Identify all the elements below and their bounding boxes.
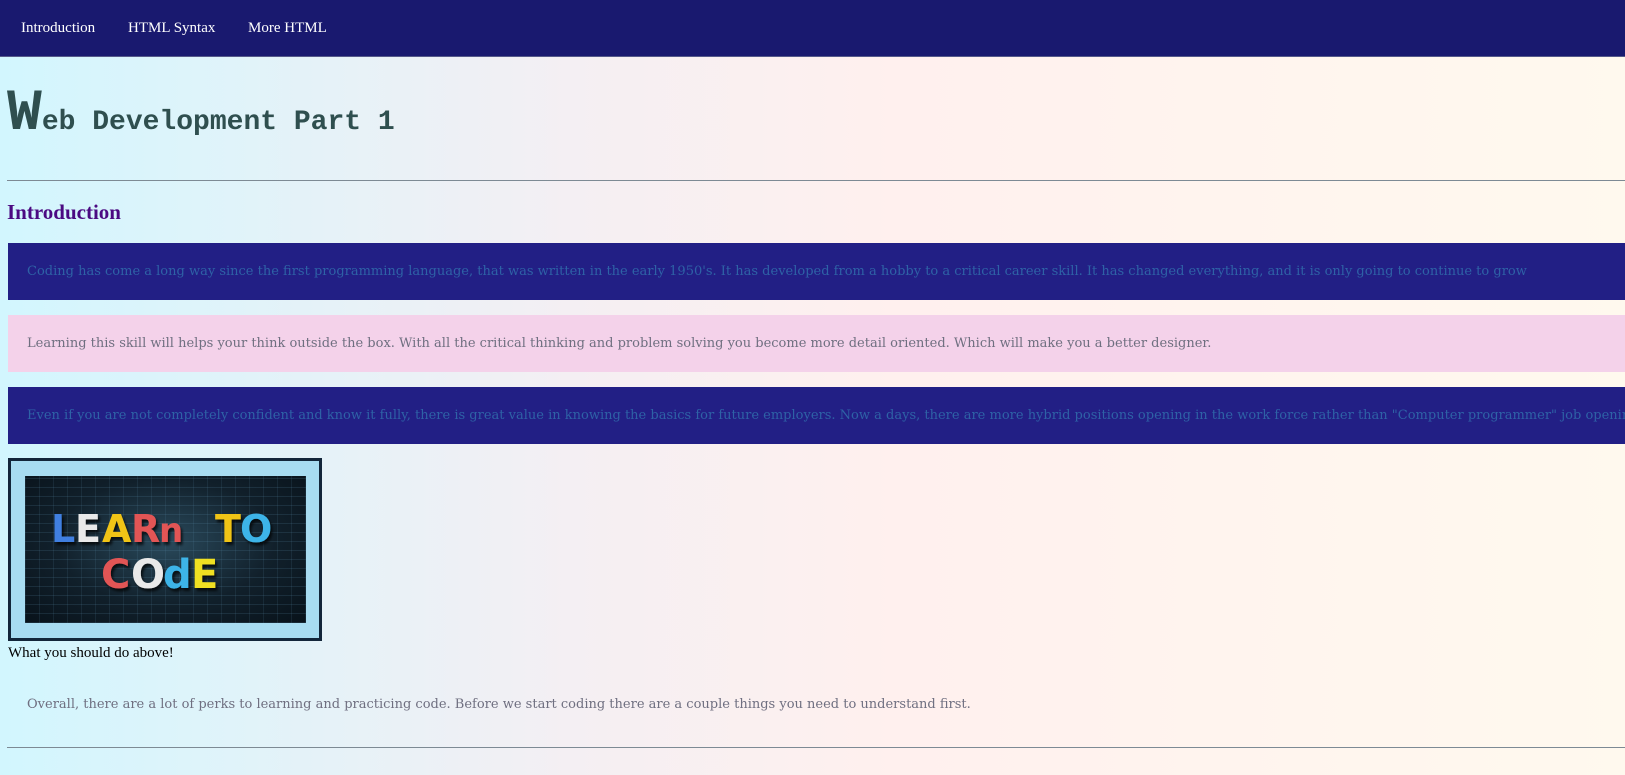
letter-o2: O xyxy=(131,552,165,598)
page-title-initial: W xyxy=(7,82,42,147)
intro-paragraph-3: Even if you are not completely confident… xyxy=(8,387,1625,444)
closing-paragraph: Overall, there are a lot of perks to lea… xyxy=(27,697,971,712)
title-divider xyxy=(7,180,1625,181)
nav-link-introduction[interactable]: Introduction xyxy=(21,19,95,37)
letter-l: L xyxy=(51,507,75,551)
letter-n: n xyxy=(159,511,183,551)
letter-d: d xyxy=(163,552,192,598)
letter-o: O xyxy=(240,507,272,551)
letter-a: A xyxy=(102,507,132,551)
intro-paragraph-2: Learning this skill will helps your thin… xyxy=(8,315,1625,372)
learn-to-code-image: L E A R n T O C O d E xyxy=(25,476,306,623)
nav-link-html-syntax[interactable]: HTML Syntax xyxy=(128,19,215,37)
top-navbar: Introduction HTML Syntax More HTML xyxy=(0,0,1625,57)
learn-to-code-lettering: L E A R n T O C O d E xyxy=(51,507,272,598)
letter-e2: E xyxy=(191,552,218,598)
page-title: Web Development Part 1 xyxy=(7,86,395,144)
image-caption: What you should do above! xyxy=(8,645,174,661)
nav-link-more-html[interactable]: More HTML xyxy=(248,19,327,37)
letter-c: C xyxy=(101,552,130,598)
letter-e: E xyxy=(75,507,101,551)
intro-paragraph-1: Coding has come a long way since the fir… xyxy=(8,243,1625,300)
page-title-rest: eb Development Part 1 xyxy=(41,107,395,138)
bottom-divider xyxy=(7,747,1625,748)
letter-r: R xyxy=(131,507,160,551)
section-heading-introduction: Introduction xyxy=(7,200,121,224)
letter-t: T xyxy=(215,507,241,551)
learn-to-code-figure: L E A R n T O C O d E xyxy=(8,458,322,641)
